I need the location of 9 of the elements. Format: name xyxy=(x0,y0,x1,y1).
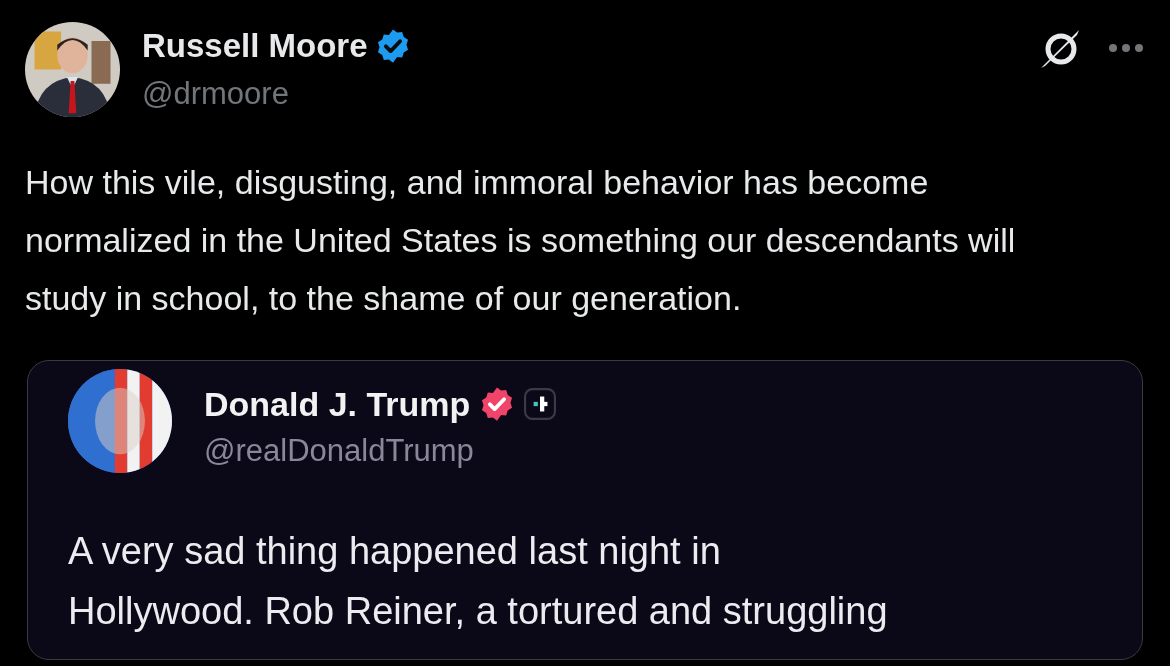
plus-icon xyxy=(524,388,557,420)
author-name[interactable]: Russell Moore xyxy=(142,26,368,66)
quoted-post-card[interactable]: Donald J. Trump @realDonaldTrump A very sad thing happened last night in Hollywood. Rob Reiner, a tortured and struggling xyxy=(27,360,1143,660)
post-text: How this vile, disgusting, and immoral behavior has become normalized in the United States is something our descendants will study in school, to the shame of our generation. xyxy=(25,162,1017,319)
quoted-post-text: A very sad thing happened last night in xyxy=(68,529,722,574)
quoted-post-text: Hollywood. Rob Reiner, a tortured and struggling xyxy=(68,589,889,634)
author-handle[interactable]: @drmoore xyxy=(142,72,412,116)
quoted-author-name[interactable]: Donald J. Trump xyxy=(204,383,471,425)
quoted-author-handle[interactable]: @realDonaldTrump xyxy=(204,431,557,471)
